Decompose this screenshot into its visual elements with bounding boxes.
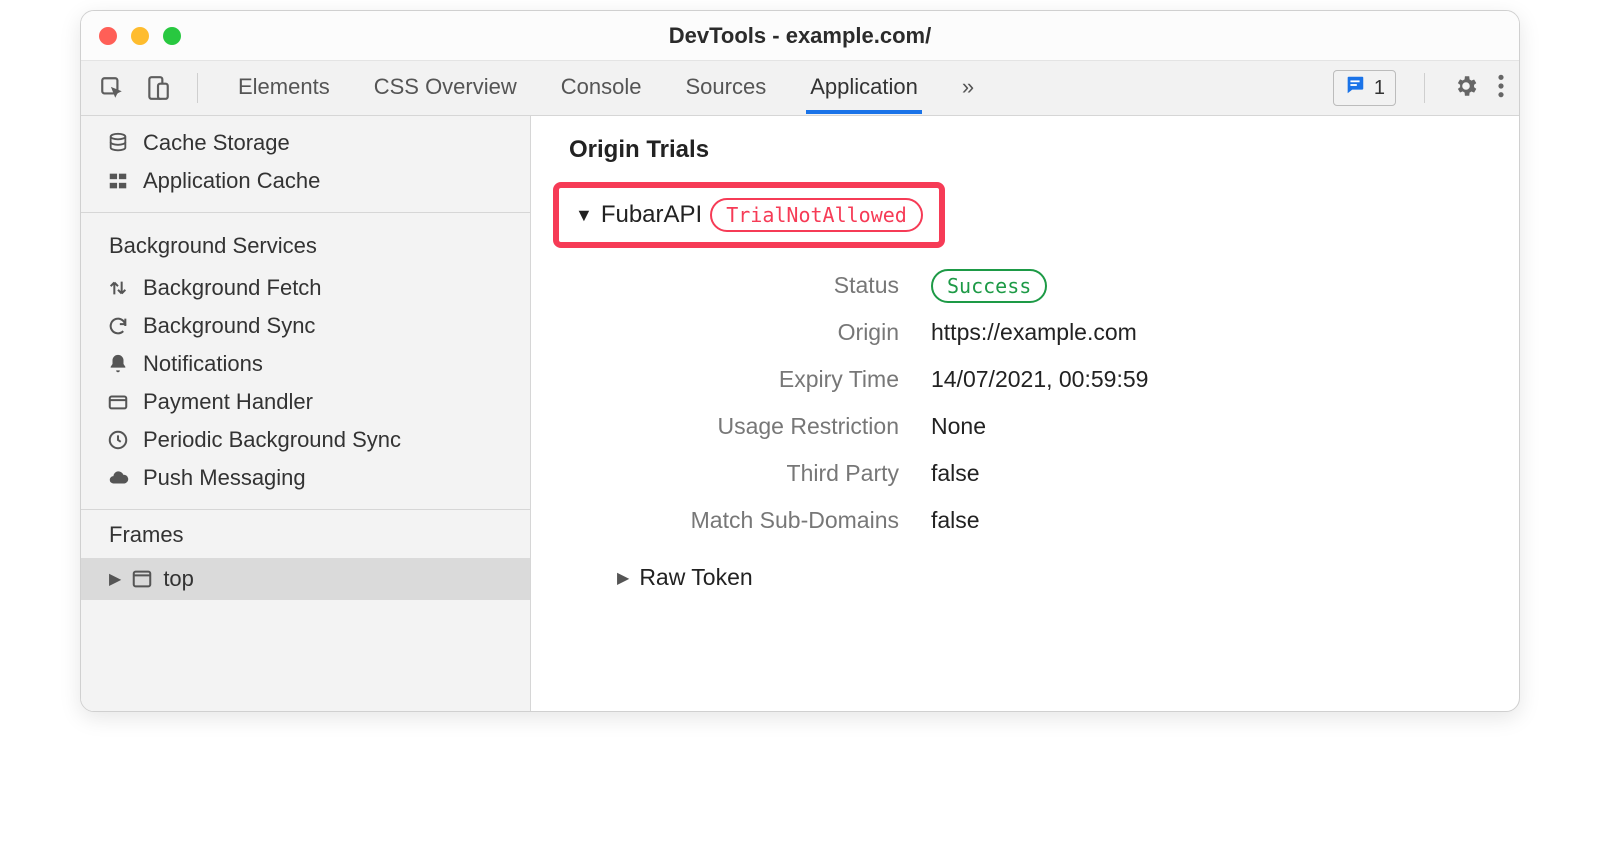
panel-tabs: Elements CSS Overview Console Sources Ap… — [234, 62, 978, 114]
sidebar-item-label: Notifications — [143, 351, 263, 377]
inspect-element-icon[interactable] — [95, 71, 129, 105]
field-label-third-party: Third Party — [579, 460, 899, 487]
sidebar-item-notifications[interactable]: Notifications — [81, 345, 530, 383]
database-icon — [105, 132, 131, 154]
sidebar-heading-background-services: Background Services — [81, 221, 530, 269]
appcache-icon — [105, 170, 131, 192]
sidebar-item-payment-handler[interactable]: Payment Handler — [81, 383, 530, 421]
issues-badge[interactable]: 1 — [1333, 70, 1396, 106]
device-toolbar-icon[interactable] — [141, 71, 175, 105]
minimize-window-button[interactable] — [131, 27, 149, 45]
raw-token-row[interactable]: ▶ Raw Token — [617, 564, 1491, 591]
issues-count: 1 — [1374, 77, 1385, 100]
field-value-match-subdomains: false — [931, 507, 1491, 534]
toolbar-divider-right — [1424, 73, 1425, 103]
sidebar-item-push-messaging[interactable]: Push Messaging — [81, 459, 530, 497]
application-sidebar: Cache Storage Application Cache Backgrou… — [81, 116, 531, 711]
maximize-window-button[interactable] — [163, 27, 181, 45]
frame-top-row[interactable]: ▶ top — [81, 558, 530, 600]
toolbar-right: 1 — [1333, 70, 1505, 106]
settings-button[interactable] — [1453, 73, 1479, 104]
origin-trials-panel: Origin Trials ▼ FubarAPI TrialNotAllowed… — [531, 116, 1519, 711]
sidebar-item-label: Background Fetch — [143, 275, 322, 301]
titlebar: DevTools - example.com/ — [81, 11, 1519, 61]
clock-icon — [105, 429, 131, 451]
sidebar-item-application-cache[interactable]: Application Cache — [81, 162, 530, 200]
tab-application[interactable]: Application — [806, 62, 922, 114]
sidebar-item-background-fetch[interactable]: Background Fetch — [81, 269, 530, 307]
sidebar-section-frames: Frames ▶ top — [81, 510, 530, 600]
issues-icon — [1344, 74, 1366, 102]
field-label-status: Status — [579, 272, 899, 299]
sidebar-item-label: Push Messaging — [143, 465, 306, 491]
sidebar-item-label: Background Sync — [143, 313, 315, 339]
trial-status-badge: TrialNotAllowed — [710, 198, 923, 232]
close-window-button[interactable] — [99, 27, 117, 45]
caret-down-icon[interactable]: ▼ — [575, 205, 593, 226]
cloud-icon — [105, 467, 131, 489]
trial-name: FubarAPI — [601, 201, 702, 229]
sidebar-item-label: Periodic Background Sync — [143, 427, 401, 453]
field-value-origin: https://example.com — [931, 319, 1491, 346]
sidebar-section-cache: Cache Storage Application Cache — [81, 116, 530, 213]
caret-right-icon: ▶ — [617, 568, 629, 588]
trial-row-highlight: ▼ FubarAPI TrialNotAllowed — [553, 182, 945, 248]
field-label-usage: Usage Restriction — [579, 413, 899, 440]
more-options-button[interactable] — [1497, 73, 1505, 104]
sidebar-item-background-sync[interactable]: Background Sync — [81, 307, 530, 345]
section-title: Origin Trials — [569, 136, 1491, 164]
window-title: DevTools - example.com/ — [81, 23, 1519, 49]
trial-details: Status Success Origin https://example.co… — [579, 272, 1491, 534]
sidebar-item-label: Cache Storage — [143, 130, 290, 156]
caret-right-icon: ▶ — [109, 569, 121, 589]
sidebar-section-background-services: Background Services Background Fetch Bac… — [81, 213, 530, 510]
tab-sources[interactable]: Sources — [681, 62, 770, 114]
field-value-third-party: false — [931, 460, 1491, 487]
sidebar-item-cache-storage[interactable]: Cache Storage — [81, 124, 530, 162]
toolbar-divider — [197, 73, 198, 103]
sidebar-heading-frames: Frames — [81, 510, 530, 558]
tabs-overflow-button[interactable]: » — [958, 62, 978, 114]
toolbar-left: Elements CSS Overview Console Sources Ap… — [95, 62, 978, 114]
status-success-badge: Success — [931, 269, 1047, 303]
field-label-origin: Origin — [579, 319, 899, 346]
sidebar-item-label: Payment Handler — [143, 389, 313, 415]
sync-icon — [105, 315, 131, 337]
devtools-toolbar: Elements CSS Overview Console Sources Ap… — [81, 61, 1519, 116]
tab-console[interactable]: Console — [557, 62, 646, 114]
frame-icon — [131, 568, 153, 590]
traffic-lights — [99, 27, 181, 45]
field-value-expiry: 14/07/2021, 00:59:59 — [931, 366, 1491, 393]
field-value-status: Success — [931, 272, 1491, 299]
frame-label: top — [163, 566, 194, 592]
tab-css-overview[interactable]: CSS Overview — [370, 62, 521, 114]
field-label-expiry: Expiry Time — [579, 366, 899, 393]
panel-body: Cache Storage Application Cache Backgrou… — [81, 116, 1519, 711]
credit-card-icon — [105, 391, 131, 413]
devtools-window: DevTools - example.com/ Elements CSS Ove… — [80, 10, 1520, 712]
raw-token-label: Raw Token — [639, 564, 752, 591]
sidebar-item-label: Application Cache — [143, 168, 320, 194]
field-label-match-subdomains: Match Sub-Domains — [579, 507, 899, 534]
bell-icon — [105, 353, 131, 375]
updown-arrows-icon — [105, 277, 131, 299]
sidebar-item-periodic-bg-sync[interactable]: Periodic Background Sync — [81, 421, 530, 459]
tab-elements[interactable]: Elements — [234, 62, 334, 114]
field-value-usage: None — [931, 413, 1491, 440]
